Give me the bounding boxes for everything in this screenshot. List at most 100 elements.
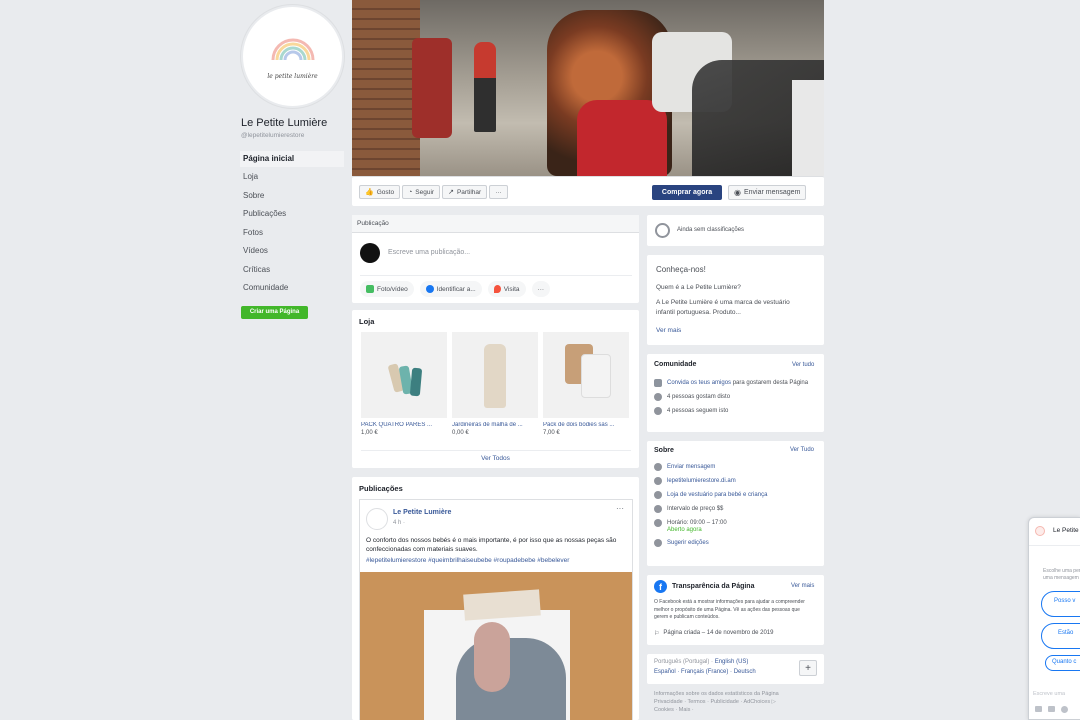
create-page-button[interactable]: Criar uma Página bbox=[241, 306, 308, 319]
about-card: Sobre Ver Tudo Enviar mensagem lepetitel… bbox=[647, 441, 824, 566]
thumbs-up-icon bbox=[654, 393, 662, 401]
photo-video-button[interactable]: Foto/vídeo bbox=[360, 281, 414, 297]
product-price: 1,00 € bbox=[361, 430, 378, 436]
post-image-baby bbox=[474, 622, 510, 692]
post-author[interactable]: Le Petite Lumière bbox=[393, 509, 451, 516]
page-handle[interactable]: @lepetitelumierestore bbox=[241, 132, 304, 139]
sidebar-item-reviews[interactable]: Críticas bbox=[240, 262, 344, 278]
post-author-avatar[interactable] bbox=[366, 508, 388, 530]
chat-question-3[interactable]: Quanto c bbox=[1045, 655, 1080, 671]
about-hours-row: Horário: 09:00 – 17:00 bbox=[654, 519, 819, 527]
sidebar-item-posts[interactable]: Publicações bbox=[240, 206, 344, 222]
globe-icon bbox=[654, 477, 662, 485]
product-item[interactable]: Jardineiras de malha de ... 0,00 € bbox=[452, 332, 538, 436]
share-icon: ↗ bbox=[448, 189, 454, 196]
about-short-card: Conheça-nos! Quem é a Le Petite Lumière?… bbox=[647, 255, 824, 345]
community-invite-row: Convida os teus amigos para gostarem des… bbox=[654, 379, 819, 387]
camera-icon[interactable] bbox=[1035, 706, 1042, 712]
composer-card: Publicação Escreve uma publicação... Fot… bbox=[352, 215, 639, 303]
transparency-title: Transparência da Página bbox=[672, 583, 755, 590]
page-avatar[interactable]: le petite lumière bbox=[241, 5, 344, 108]
chat-question-1[interactable]: Posso v bbox=[1041, 591, 1080, 617]
gif-icon[interactable] bbox=[1048, 706, 1055, 712]
shop-now-button[interactable]: Comprar agora bbox=[652, 185, 722, 200]
cover-person-red bbox=[474, 42, 496, 132]
about-short-desc: A Le Petite Lumière é uma marca de vestu… bbox=[656, 299, 790, 316]
sidebar-item-about[interactable]: Sobre bbox=[240, 188, 344, 204]
about-title: Sobre bbox=[654, 447, 674, 454]
location-pin-icon bbox=[493, 285, 501, 293]
checkin-button[interactable]: Visita bbox=[487, 281, 526, 297]
star-icon bbox=[655, 223, 670, 238]
product-name[interactable]: Jardineiras de malha de ... bbox=[452, 422, 538, 428]
product-name[interactable]: PACK QUATRO PARES ... bbox=[361, 422, 447, 428]
product-name[interactable]: Pack de dois bodies sas ... bbox=[543, 422, 629, 428]
share-button[interactable]: ↗ Partilhar bbox=[442, 185, 488, 199]
chat-question-2[interactable]: Estão bbox=[1041, 623, 1080, 649]
logo-text: le petite lumière bbox=[267, 73, 318, 80]
post-hashtags[interactable]: #lepetitelumierestore #queimbrilhaiseube… bbox=[366, 556, 628, 565]
emoji-icon[interactable] bbox=[1061, 706, 1068, 713]
product-price: 7,00 € bbox=[543, 430, 560, 436]
invite-friends-link[interactable]: Convida os teus amigos bbox=[667, 380, 731, 386]
community-likes-row: 4 pessoas gostam disto bbox=[654, 393, 819, 401]
post-options-button[interactable]: ··· bbox=[616, 504, 624, 513]
cover-shawl-red bbox=[577, 100, 667, 176]
tag-people-icon bbox=[425, 285, 434, 293]
language-english[interactable]: English (US) bbox=[715, 659, 749, 665]
about-short-see-more[interactable]: Ver mais bbox=[656, 327, 681, 334]
composer-more-button[interactable]: ··· bbox=[531, 281, 551, 297]
footer-line[interactable]: Informações sobre os dados estatísticos … bbox=[654, 690, 824, 698]
action-bar: 👍 Gosto ◔ Seguir ↗ Partilhar ··· Comprar ag… bbox=[352, 176, 824, 206]
messenger-icon: ◉ bbox=[734, 188, 741, 197]
rss-icon: ◔ bbox=[408, 188, 413, 196]
tag-icon bbox=[654, 491, 662, 499]
shop-see-all-link[interactable]: Ver Todos bbox=[352, 455, 639, 462]
chat-header[interactable]: Le Petite Lumière bbox=[1029, 518, 1080, 546]
cover-photo[interactable] bbox=[352, 0, 824, 176]
footer-line[interactable]: Cookies · Mais · bbox=[654, 706, 824, 714]
community-see-all[interactable]: Ver tudo bbox=[792, 362, 814, 368]
follow-button[interactable]: ◔ Seguir bbox=[402, 185, 441, 199]
language-current: Português (Portugal) bbox=[654, 659, 710, 665]
sidebar-item-community[interactable]: Comunidade bbox=[240, 280, 344, 296]
product-image-socks bbox=[361, 332, 447, 418]
posts-card: Publicações Le Petite Lumière 4 h · ··· … bbox=[352, 477, 639, 720]
language-row-1: Português (Portugal) · English (US) bbox=[654, 659, 749, 665]
composer-header: Publicação bbox=[352, 215, 639, 233]
transparency-desc: O Facebook está a mostrar informações pa… bbox=[654, 599, 805, 620]
sidebar-item-home[interactable]: Página inicial bbox=[240, 151, 344, 167]
language-german[interactable]: Deutsch bbox=[734, 669, 756, 675]
about-suggest-row: Sugerir edições bbox=[654, 539, 819, 547]
send-message-button[interactable]: ◉ Enviar mensagem bbox=[728, 185, 807, 200]
about-open-now: Aberto agora bbox=[667, 527, 702, 533]
photo-icon bbox=[366, 285, 374, 293]
post-image-person bbox=[456, 638, 566, 720]
about-category-row: Loja de vestuário para bebé e criança bbox=[654, 491, 819, 499]
product-list: PACK QUATRO PARES ... 1,00 € Jardineiras… bbox=[361, 332, 629, 436]
tag-friends-button[interactable]: Identificar a... bbox=[419, 281, 482, 297]
product-image-overalls bbox=[452, 332, 538, 418]
footer-links: Informações sobre os dados estatísticos … bbox=[654, 690, 824, 714]
sidebar-item-videos[interactable]: Vídeos bbox=[240, 243, 344, 259]
about-see-all[interactable]: Ver Tudo bbox=[790, 447, 814, 453]
add-language-button[interactable]: + bbox=[799, 660, 817, 676]
sidebar-item-shop[interactable]: Loja bbox=[240, 169, 344, 185]
invite-friends-icon bbox=[654, 379, 662, 387]
about-short-title: Conheça-nos! bbox=[656, 265, 706, 274]
footer-line[interactable]: Privacidade · Termos · Publicidade · AdC… bbox=[654, 698, 824, 706]
post-image[interactable] bbox=[360, 572, 632, 720]
language-spanish[interactable]: Español bbox=[654, 669, 676, 675]
language-french[interactable]: Français (France) bbox=[681, 669, 728, 675]
transparency-see-more[interactable]: Ver mais bbox=[791, 583, 814, 589]
post-text: O conforto dos nossos bebés é o mais imp… bbox=[366, 537, 617, 553]
composer-input[interactable]: Escreve uma publicação... bbox=[388, 249, 470, 256]
product-item[interactable]: Pack de dois bodies sas ... 7,00 € bbox=[543, 332, 629, 436]
chat-input[interactable]: Escreve uma bbox=[1033, 691, 1065, 697]
like-button[interactable]: 👍 Gosto bbox=[359, 185, 401, 199]
sidebar-item-photos[interactable]: Fotos bbox=[240, 225, 344, 241]
product-item[interactable]: PACK QUATRO PARES ... 1,00 € bbox=[361, 332, 447, 436]
more-button[interactable]: ··· bbox=[489, 185, 508, 199]
post-time[interactable]: 4 h · bbox=[393, 520, 405, 526]
cover-brick-pillar bbox=[352, 0, 420, 176]
